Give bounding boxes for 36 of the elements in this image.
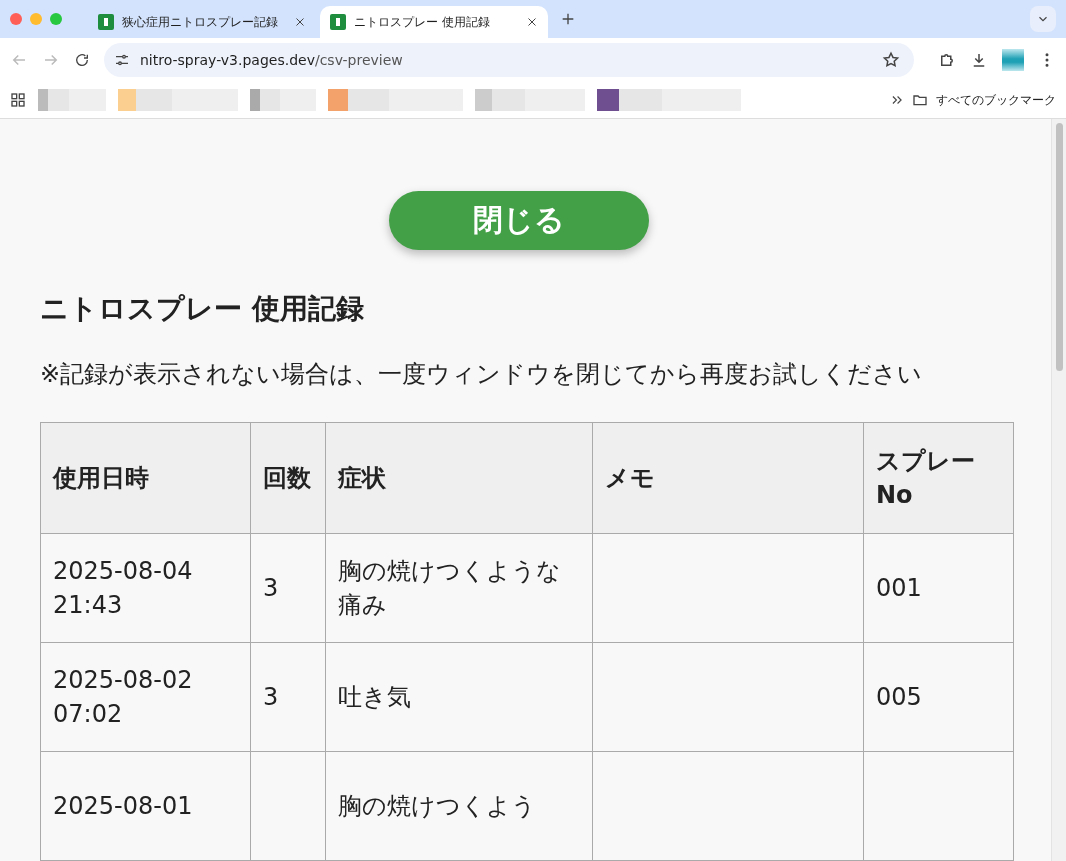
table-cell: 2025-08-04 21:43 [40, 533, 251, 643]
star-icon[interactable] [882, 51, 900, 69]
table-cell: 胸の焼けつくよう [325, 751, 593, 861]
site-settings-icon[interactable] [114, 52, 130, 68]
column-header: 回数 [250, 422, 326, 534]
puzzle-icon[interactable] [938, 51, 956, 69]
table-cell: 005 [863, 642, 1014, 752]
address-bar[interactable]: nitro-spray-v3.pages.dev/csv-preview [104, 43, 914, 77]
browser-tab[interactable]: 狭心症用ニトロスプレー記録 [88, 6, 316, 38]
tab-title: ニトロスプレー 使用記録 [354, 13, 491, 31]
reload-icon[interactable] [74, 52, 90, 68]
table-cell: 胸の焼けつくような痛み [325, 533, 593, 643]
close-icon[interactable] [294, 16, 306, 28]
browser-tab[interactable]: ニトロスプレー 使用記録 [320, 6, 548, 38]
new-tab-icon[interactable] [560, 11, 576, 27]
folder-icon[interactable] [912, 92, 928, 108]
close-icon[interactable] [526, 16, 538, 28]
table-cell: 2025-08-01 [40, 751, 251, 861]
column-header: スプレーNo [863, 422, 1014, 534]
more-bookmarks-icon[interactable] [890, 93, 904, 107]
column-header: 使用日時 [40, 422, 251, 534]
column-header: 症状 [325, 422, 593, 534]
blurred-bookmark[interactable] [597, 89, 741, 111]
scrollbar-thumb[interactable] [1055, 123, 1063, 371]
table-cell: 3 [250, 642, 326, 752]
notice-text: ※記録が表示されない場合は、一度ウィンドウを閉じてから再度お試しください [40, 359, 924, 390]
bookmarks-folder-label[interactable]: すべてのブックマーク [936, 91, 1056, 109]
url-text: nitro-spray-v3.pages.dev/csv-preview [140, 52, 404, 68]
table-cell: 吐き気 [325, 642, 593, 752]
table-cell: 3 [250, 533, 326, 643]
table-cell: 2025-08-02 07:02 [40, 642, 251, 752]
tab-title: 狭心症用ニトロスプレー記録 [122, 13, 279, 31]
column-header: メモ [592, 422, 864, 534]
table-cell: 001 [863, 533, 1014, 643]
apps-grid-icon[interactable] [10, 92, 26, 108]
page-heading: ニトロスプレー 使用記録 [40, 291, 365, 327]
